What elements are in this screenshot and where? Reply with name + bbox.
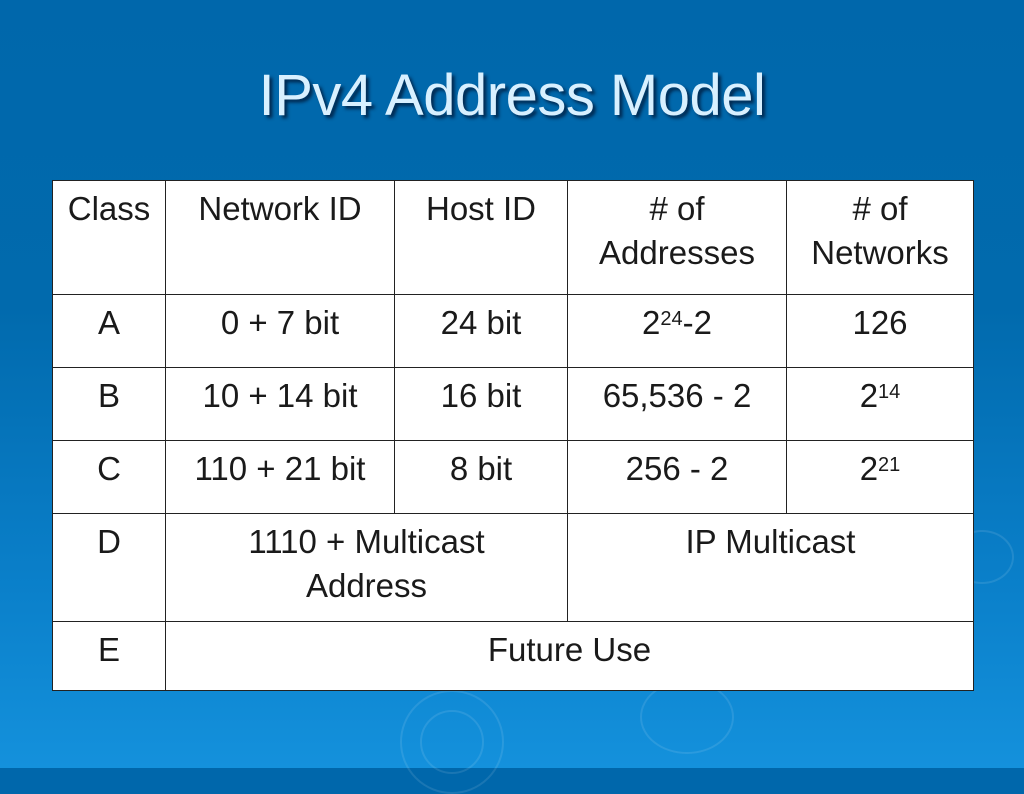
header-network-id: Network ID: [165, 180, 395, 295]
networks-cell: 214: [786, 367, 974, 441]
network-host-line1: 1110 + Multicast: [248, 523, 485, 560]
addresses-suffix: -2: [682, 304, 712, 341]
network-id-cell: 0 + 7 bit: [165, 294, 395, 368]
table-header-row: Class Network ID Host ID # of Addresses …: [52, 180, 974, 295]
networks-exponent: 21: [878, 454, 901, 476]
network-host-cell: 1110 + Multicast Address: [165, 513, 568, 622]
networks-base: 2: [859, 377, 879, 414]
class-cell: B: [52, 367, 166, 441]
background-ripple: [420, 710, 484, 774]
addresses-cell: 224-2: [567, 294, 787, 368]
header-num-addresses-line1: # of: [649, 190, 705, 227]
background-ripple: [640, 680, 734, 754]
network-id-cell: 110 + 21 bit: [165, 440, 395, 514]
class-cell: E: [52, 621, 166, 691]
usage-cell: IP Multicast: [567, 513, 974, 622]
network-host-line2: Address: [305, 567, 428, 604]
header-num-networks-line1: # of: [852, 190, 908, 227]
class-cell: C: [52, 440, 166, 514]
class-cell: A: [52, 294, 166, 368]
networks-cell: 221: [786, 440, 974, 514]
header-num-addresses-line2: Addresses: [599, 234, 755, 271]
header-num-networks-line2: Networks: [811, 234, 949, 271]
header-num-addresses: # of Addresses: [567, 180, 787, 295]
table-row: A 0 + 7 bit 24 bit 224-2 126: [52, 294, 974, 368]
header-num-networks: # of Networks: [786, 180, 974, 295]
addresses-cell: 65,536 - 2: [567, 367, 787, 441]
host-id-cell: 24 bit: [394, 294, 568, 368]
slide-title: IPv4 Address Model: [258, 63, 766, 128]
networks-cell: 126: [786, 294, 974, 368]
addresses-cell: 256 - 2: [567, 440, 787, 514]
header-host-id: Host ID: [394, 180, 568, 295]
table-row: D 1110 + Multicast Address IP Multicast: [52, 513, 974, 622]
usage-cell: Future Use: [165, 621, 974, 691]
table-row: B 10 + 14 bit 16 bit 65,536 - 2 214: [52, 367, 974, 441]
host-id-cell: 8 bit: [394, 440, 568, 514]
networks-base: 2: [859, 450, 879, 487]
header-class: Class: [52, 180, 166, 295]
networks-exponent: 14: [878, 381, 901, 403]
addresses-exponent: 24: [660, 308, 683, 330]
class-cell: D: [52, 513, 166, 622]
table-row: E Future Use: [52, 621, 974, 691]
ipv4-class-table: Class Network ID Host ID # of Addresses …: [52, 180, 974, 691]
addresses-base: 2: [642, 304, 661, 341]
host-id-cell: 16 bit: [394, 367, 568, 441]
table-row: C 110 + 21 bit 8 bit 256 - 2 221: [52, 440, 974, 514]
network-id-cell: 10 + 14 bit: [165, 367, 395, 441]
